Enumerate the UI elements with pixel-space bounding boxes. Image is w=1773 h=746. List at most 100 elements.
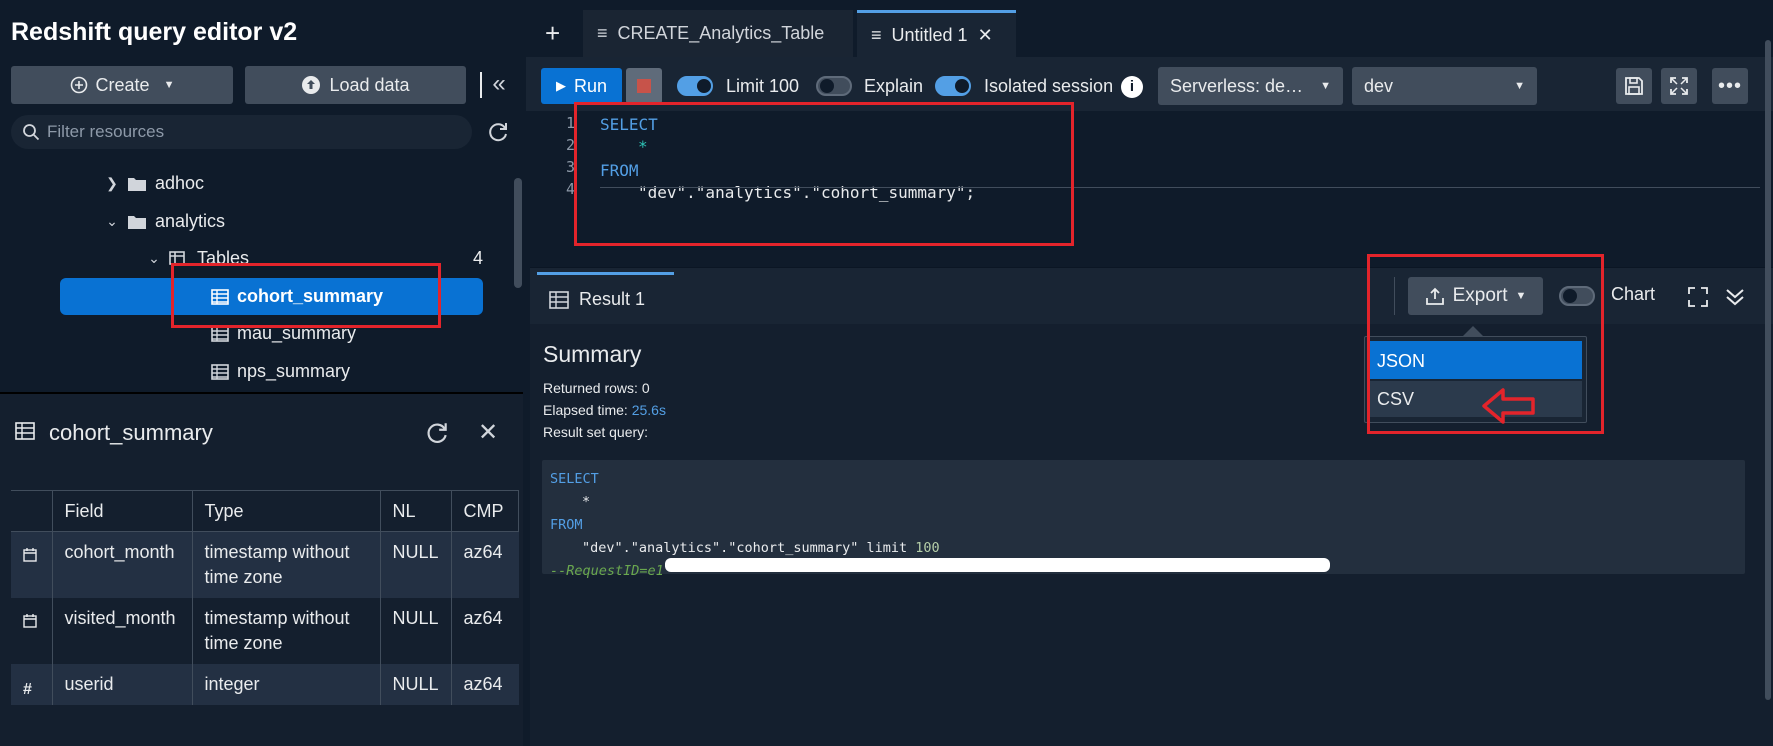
run-button[interactable]: ▶ Run	[541, 68, 622, 104]
plus-circle-icon	[70, 76, 87, 94]
toggle-knob	[955, 79, 969, 93]
field-nullable: NULL	[379, 598, 452, 664]
annotation-box-query	[574, 102, 1074, 246]
type-line: time zone	[204, 567, 283, 587]
toggle-knob	[697, 79, 711, 93]
table-row: visited_month timestamp without time zone…	[11, 598, 519, 664]
annotation-arrow-icon	[1482, 388, 1535, 424]
collapse-sidebar-icon[interactable]: «	[480, 72, 516, 98]
expand-icon[interactable]	[1687, 286, 1709, 308]
chevron-down-icon: ⌄	[148, 250, 160, 266]
close-icon[interactable]: ✕	[478, 418, 498, 447]
type-line: time zone	[204, 633, 283, 653]
field-name: cohort_month	[51, 531, 192, 598]
refresh-icon[interactable]	[486, 120, 510, 144]
chevron-right-icon: ❯	[106, 175, 118, 191]
tree-item-label: nps_summary	[237, 361, 351, 381]
field-nullable: NULL	[379, 664, 452, 705]
new-tab-plus-icon[interactable]: +	[545, 18, 560, 49]
field-compression: az64	[450, 598, 519, 664]
column-header: NL	[379, 490, 452, 532]
database-select[interactable]: dev ▼	[1352, 67, 1537, 105]
tree-item-analytics[interactable]: ⌄ analytics	[105, 211, 225, 232]
create-label: Create	[95, 74, 150, 95]
workgroup-select[interactable]: Serverless: de… ▼	[1158, 67, 1343, 105]
tree-item-label: adhoc	[155, 173, 205, 193]
folder-icon	[128, 177, 146, 191]
table-icon	[211, 363, 229, 380]
elapsed-label: Elapsed time:	[543, 402, 628, 418]
details-title: cohort_summary	[49, 420, 213, 445]
column-header: Type	[191, 490, 381, 532]
query-line: *	[582, 494, 591, 510]
tab-label: CREATE_Analytics_Table	[617, 23, 825, 43]
tree-item-label: analytics	[155, 211, 226, 231]
info-icon[interactable]: i	[1121, 76, 1143, 98]
upload-circle-icon	[302, 76, 321, 94]
line-number: 4	[565, 180, 575, 198]
load-data-label: Load data	[329, 74, 410, 95]
create-button[interactable]: Create ▼	[11, 66, 233, 104]
isolated-session-toggle[interactable]	[935, 76, 971, 96]
caret-down-icon: ▼	[1514, 80, 1525, 92]
table-row: cohort_month timestamp without time zone …	[11, 531, 519, 598]
stop-icon	[637, 79, 651, 93]
table-header-row: Field Type NL CMP	[11, 490, 520, 532]
caret-down-icon: ▼	[1320, 80, 1331, 92]
hash-icon: #	[11, 664, 52, 705]
tree-item-nps-summary[interactable]: nps_summary	[211, 361, 350, 382]
filter-resources-input[interactable]: Filter resources	[11, 115, 472, 149]
fields-table: Field Type NL CMP cohort_month timestamp…	[11, 490, 520, 705]
app-title: Redshift query editor v2	[11, 18, 298, 46]
fullscreen-icon[interactable]	[1661, 68, 1697, 104]
annotation-box-table	[171, 263, 441, 328]
limit-label: Limit 100	[726, 76, 800, 96]
field-nullable: NULL	[379, 531, 452, 598]
refresh-icon[interactable]	[424, 420, 450, 446]
line-number: 3	[565, 158, 575, 176]
field-type: integer	[191, 664, 380, 705]
caret-down-icon: ▼	[163, 79, 175, 91]
double-chevron-down-icon[interactable]	[1724, 286, 1746, 308]
tree-item-adhoc[interactable]: ❯ adhoc	[105, 173, 204, 194]
redaction-mark	[665, 558, 1330, 572]
editor-doc-icon: ≡	[597, 23, 608, 43]
tab-create-analytics-table[interactable]: ≡ CREATE_Analytics_Table	[583, 10, 853, 57]
calendar-icon	[11, 598, 52, 664]
toggle-knob	[820, 79, 834, 93]
field-name: visited_month	[51, 598, 192, 664]
isolated-session-label: Isolated session	[984, 76, 1114, 96]
sidebar-scrollbar[interactable]	[514, 178, 522, 288]
load-data-button[interactable]: Load data	[245, 66, 466, 104]
search-icon	[23, 124, 40, 141]
more-options-icon[interactable]: •••	[1712, 68, 1748, 104]
save-icon[interactable]	[1616, 68, 1652, 104]
field-type: timestamp without time zone	[191, 598, 380, 664]
database-value: dev	[1364, 75, 1394, 96]
field-compression: az64	[450, 531, 519, 598]
field-type: timestamp without time zone	[191, 531, 380, 598]
explain-label: Explain	[864, 76, 924, 96]
table-icon	[549, 290, 569, 309]
result-query-box: SELECT * FROM "dev"."analytics"."cohort_…	[542, 460, 1745, 579]
chart-label: Chart	[1611, 284, 1656, 304]
folder-open-icon	[128, 215, 146, 229]
workgroup-value: Serverless: de…	[1170, 75, 1304, 96]
type-line: timestamp without	[204, 542, 350, 562]
result-tab[interactable]: Result 1	[537, 272, 674, 324]
type-line: timestamp without	[204, 608, 350, 628]
elapsed-time: Elapsed time: 25.6s	[543, 402, 666, 418]
run-label: Run	[573, 75, 608, 96]
explain-toggle[interactable]	[816, 76, 852, 96]
tables-count-badge: 4	[473, 248, 484, 268]
tab-untitled-1[interactable]: ≡ Untitled 1 ✕	[857, 10, 1016, 57]
table-row: # userid integer NULL az64	[11, 664, 519, 705]
line-number: 1	[565, 114, 575, 132]
limit-toggle[interactable]	[677, 76, 713, 96]
close-icon[interactable]: ✕	[978, 25, 993, 46]
elapsed-value: 25.6s	[631, 402, 666, 418]
play-icon: ▶	[555, 78, 566, 93]
result-tab-label: Result 1	[579, 289, 646, 309]
query-number: 100	[915, 540, 940, 556]
page-scrollbar[interactable]	[1765, 40, 1771, 700]
